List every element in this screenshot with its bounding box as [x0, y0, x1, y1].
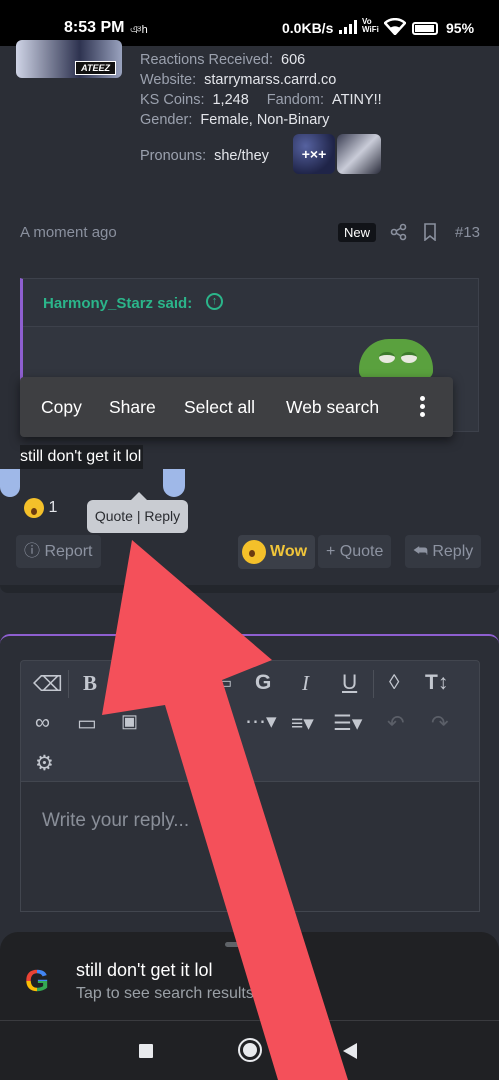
gender-line: Gender: Female, Non-Binary: [140, 112, 329, 128]
quote-reply-tooltip[interactable]: Quote | Reply: [87, 492, 188, 533]
toolbar-divider: [373, 670, 374, 698]
fandom-label: Fandom:: [266, 92, 325, 108]
quote-button[interactable]: + Quote: [318, 535, 392, 568]
more-options-icon[interactable]: [420, 396, 426, 420]
website-line: Website: starrymarss.carrd.co: [140, 72, 336, 88]
signal-icon: [339, 20, 357, 34]
post-time[interactable]: A moment ago: [20, 224, 117, 241]
wow-emoji-icon: [24, 498, 44, 518]
list-icon[interactable]: ☰▾: [333, 711, 362, 736]
post-meta: A moment ago New #13: [20, 222, 480, 246]
more-options-icon[interactable]: ⋯▾: [245, 709, 277, 734]
toolbar-divider: [68, 670, 69, 698]
reactions-label: Reactions Received:: [140, 52, 273, 68]
reactions-value: 606: [281, 52, 306, 68]
editor-toolbar: ⌫ B ▭ G I U ◊ T↕ ∞ ▭ ▣ ⋯▾ ≡▾ ☰▾ ↶ ↷ ⚙: [20, 660, 480, 782]
report-icon: ⓘ: [24, 543, 41, 560]
coins-value: 1,248: [212, 92, 249, 108]
post-body-text[interactable]: still don't get it lol: [20, 445, 144, 469]
menu-select-all[interactable]: Select all: [184, 397, 255, 418]
pepe-sticker-image: [359, 339, 433, 379]
starry-badge-image: +×+: [293, 134, 335, 174]
gender-value: Female, Non-Binary: [200, 112, 330, 128]
money-icon[interactable]: ▭: [217, 673, 232, 693]
reply-button[interactable]: ⮪ Reply: [405, 535, 482, 568]
report-label: Report: [44, 543, 93, 560]
system-nav-bar: [0, 1020, 499, 1080]
battery-icon: [412, 22, 438, 35]
post-number[interactable]: #13: [455, 224, 480, 241]
website-label: Website:: [140, 72, 197, 88]
text-selection-menu: Copy Share Select all Web search: [20, 377, 453, 437]
sheet-drag-handle[interactable]: [225, 942, 273, 947]
menu-web-search[interactable]: Web search: [286, 397, 379, 418]
pronouns-line: Pronouns: she/they: [140, 148, 269, 164]
share-icon[interactable]: [390, 223, 408, 241]
link-icon[interactable]: ∞: [35, 711, 50, 735]
quote-author[interactable]: Harmony_Starz said:: [43, 295, 192, 312]
gif-icon[interactable]: G: [255, 671, 271, 695]
vowifi-icon: Vo WiFi: [362, 17, 379, 34]
pronouns-label: Pronouns:: [140, 148, 207, 164]
video-icon[interactable]: ▭: [77, 711, 97, 736]
website-link[interactable]: starrymarss.carrd.co: [204, 72, 336, 88]
reply-placeholder: Write your reply...: [42, 810, 190, 831]
profile-badges: +×+: [293, 134, 381, 174]
menu-share[interactable]: Share: [109, 397, 156, 418]
wifi-icon: [384, 18, 406, 35]
redo-icon[interactable]: ↷: [431, 711, 449, 736]
gear-icon[interactable]: ⚙: [35, 751, 54, 776]
google-icon: G: [22, 965, 52, 996]
reply-icon: ⮪: [413, 543, 428, 560]
reaction-count: 1: [48, 499, 58, 517]
jump-to-quote-icon[interactable]: ↑: [206, 293, 223, 310]
banner-tag: ATEEZ: [75, 61, 116, 75]
back-button[interactable]: [343, 1043, 357, 1059]
color-drop-icon[interactable]: ◊: [389, 671, 399, 695]
wow-label: Wow: [270, 543, 308, 560]
bookmark-icon[interactable]: [422, 223, 438, 241]
menu-copy[interactable]: Copy: [41, 397, 82, 418]
coins-label: KS Coins:: [140, 92, 205, 108]
recents-button[interactable]: [139, 1044, 153, 1058]
underline-icon[interactable]: U: [342, 671, 357, 695]
text-size-icon[interactable]: T↕: [425, 671, 448, 695]
wow-reaction-button[interactable]: Wow: [238, 535, 316, 569]
post-actions: ⓘ Report Wow + Quote ⮪ Reply: [0, 535, 499, 569]
fandom-value: ATINY!!: [332, 92, 382, 108]
notification-icon: ঞh: [130, 24, 148, 36]
report-button[interactable]: ⓘ Report: [16, 535, 101, 568]
image-icon[interactable]: ▣: [121, 711, 138, 732]
reply-input[interactable]: Write your reply...: [20, 782, 480, 912]
reply-label: Reply: [432, 543, 474, 560]
search-subtitle: Tap to see search results: [76, 985, 254, 1002]
home-button[interactable]: [238, 1038, 262, 1062]
bold-icon[interactable]: B: [83, 671, 97, 696]
gender-label: Gender:: [140, 112, 193, 128]
post-card-bottom: [0, 585, 499, 593]
reactions-line: Reactions Received: 606: [140, 52, 305, 68]
clock: 8:53 PM: [64, 19, 125, 36]
eraser-icon[interactable]: ⌫: [33, 672, 63, 697]
reaction-summary[interactable]: 1: [24, 498, 57, 518]
user-banner-image[interactable]: ATEEZ: [16, 40, 122, 78]
selection-handle-end[interactable]: [163, 469, 185, 497]
italic-icon[interactable]: I: [302, 671, 309, 696]
idol-badge-image: [337, 134, 381, 174]
battery-level: 95%: [446, 20, 475, 36]
new-badge: New: [338, 223, 377, 242]
pronouns-value: she/they: [214, 148, 269, 164]
coins-fandom-line: KS Coins: 1,248 Fandom: ATINY!!: [140, 92, 382, 108]
align-icon[interactable]: ≡▾: [291, 711, 314, 736]
selection-handle-start[interactable]: [0, 469, 20, 497]
undo-icon[interactable]: ↶: [387, 711, 405, 736]
wow-emoji-icon: [242, 539, 266, 564]
quote-header: Harmony_Starz said: ↑: [23, 279, 478, 327]
network-speed: 0.0KB/s: [282, 20, 334, 36]
search-query: still don't get it lol: [76, 960, 213, 980]
